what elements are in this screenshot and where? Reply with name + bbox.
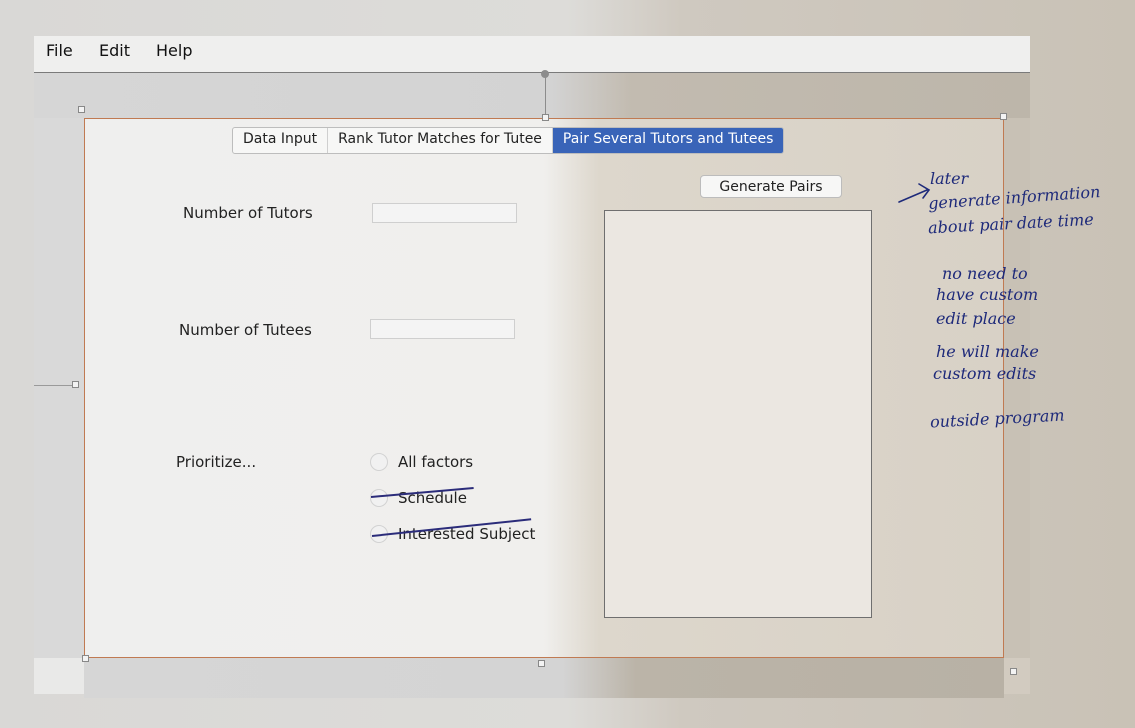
menu-help[interactable]: Help [156,41,192,60]
tab-pair-tutors-tutees[interactable]: Pair Several Tutors and Tutees [552,128,784,153]
prioritize-label: Prioritize... [176,453,257,471]
resize-handle[interactable] [72,381,79,388]
radio-label-interested-subject: Interested Subject [398,525,536,543]
radio-all-factors[interactable] [370,453,388,471]
note-line: custom edits [933,364,1037,383]
note-line: edit place [936,309,1016,328]
generate-pairs-button[interactable]: Generate Pairs [700,175,842,198]
resize-handle[interactable] [82,655,89,662]
note-line: have custom [936,285,1039,304]
guide-line-top [545,72,546,118]
top-gray-band [34,73,1030,118]
left-gray-band [34,118,84,658]
note-line: no need to [942,264,1028,283]
resize-handle[interactable] [538,660,545,667]
radio-label-all-factors: All factors [398,453,474,471]
num-tutees-label: Number of Tutees [179,321,312,339]
pairs-results-textarea[interactable] [604,210,872,618]
num-tutees-input[interactable] [370,319,515,339]
menu-edit[interactable]: Edit [99,41,130,60]
resize-handle[interactable] [1010,668,1017,675]
num-tutors-input[interactable] [372,203,517,223]
guide-anchor-top [541,70,549,78]
tab-data-input[interactable]: Data Input [233,128,329,153]
menu-file[interactable]: File [46,41,73,60]
tab-rank-tutor-matches[interactable]: Rank Tutor Matches for Tutee [328,128,553,153]
menu-bar: File Edit Help [34,36,1030,73]
resize-handle[interactable] [542,114,549,121]
note-line: he will make [936,342,1039,361]
resize-handle[interactable] [1000,113,1007,120]
note-line: later [930,169,969,188]
resize-handle[interactable] [78,106,85,113]
num-tutors-label: Number of Tutors [183,204,313,222]
radio-schedule[interactable] [370,489,388,507]
tab-bar: Data Input Rank Tutor Matches for Tutee … [232,127,785,154]
